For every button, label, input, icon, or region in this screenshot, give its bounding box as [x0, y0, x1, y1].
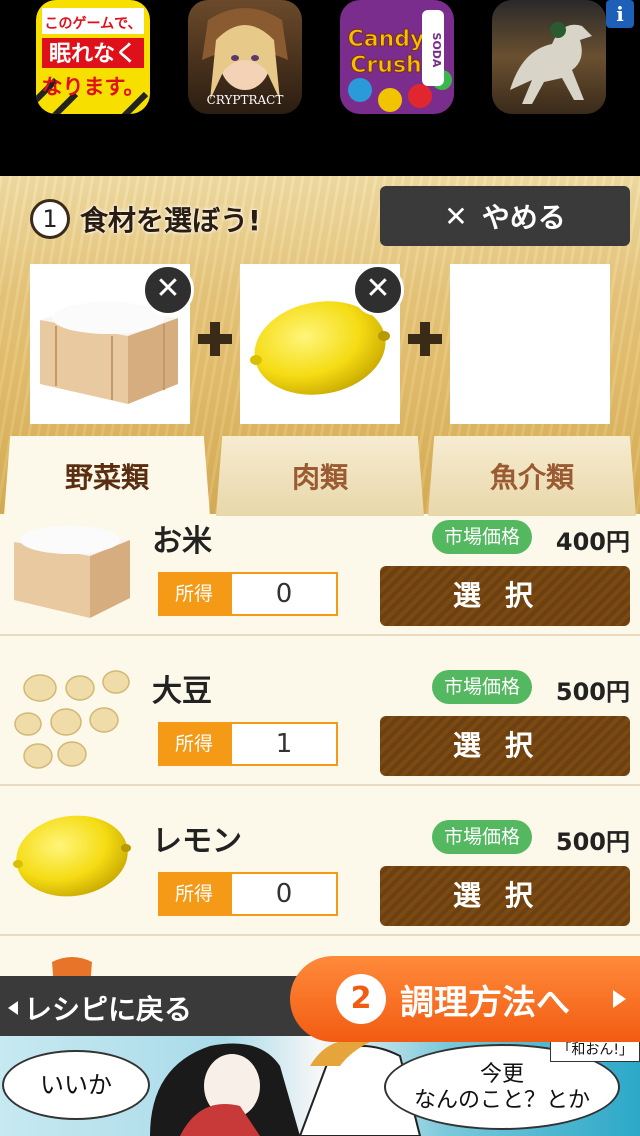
item-name: 大豆: [152, 674, 212, 709]
ad-app-icon-4[interactable]: [492, 0, 606, 114]
ad-app-1-line-1: このゲームで、: [44, 15, 141, 32]
quit-button[interactable]: ✕ やめる: [380, 186, 630, 246]
quit-button-label: やめる: [481, 201, 566, 234]
speech-bubble-right-line-2: なんのこと？とか: [413, 1088, 590, 1113]
ad-app-3-label-top: Candy: [348, 27, 425, 52]
ad-app-2-label: CRYPTRACT: [207, 93, 284, 107]
lemon-icon: [13, 815, 131, 897]
select-button[interactable]: 選択: [380, 566, 630, 626]
slot-1-remove-button[interactable]: ✕: [142, 264, 194, 316]
ad-app-3-label-side: SODA: [430, 33, 443, 68]
item-price: 500円: [555, 828, 630, 856]
plus-icon: [198, 322, 232, 356]
step-number-badge: 1: [30, 199, 70, 239]
owned-label: 所得: [158, 572, 230, 616]
ingredient-slot-3[interactable]: [450, 264, 610, 424]
next-step-number: 2: [336, 974, 386, 1024]
owned-label: 所得: [158, 722, 230, 766]
market-price-badge: 市場価格: [432, 820, 532, 854]
speech-bubble-left: いいか: [2, 1050, 150, 1120]
owned-count: 0: [230, 872, 338, 916]
owned-label: 所得: [158, 872, 230, 916]
item-name: お米: [152, 524, 212, 559]
list-item: レモン 市場価格 500円 所得 0 選択: [0, 786, 640, 936]
close-icon: ✕: [444, 199, 468, 233]
ad-app-1-line-2: 眠れなく: [49, 42, 137, 67]
market-price-badge: 市場価格: [432, 670, 532, 704]
plus-icon: [408, 322, 442, 356]
step-title-text: 食材を選ぼう!: [80, 204, 261, 237]
item-name: レモン: [152, 824, 242, 859]
ad-info-icon[interactable]: i: [606, 0, 634, 28]
market-price-badge: 市場価格: [432, 520, 532, 554]
back-arrow-icon: [8, 1001, 18, 1015]
top-ad-banner: このゲームで、 眠れなく なります。 CRYPTRACT Candy Crush…: [0, 0, 640, 176]
speech-bubble-right-line-1: 今更: [479, 1062, 524, 1087]
step-title: 1 食材を選ぼう!: [30, 198, 261, 240]
item-price: 500円: [555, 678, 630, 706]
slot-2-remove-button[interactable]: ✕: [352, 264, 404, 316]
back-to-recipe-button[interactable]: レシピに戻る: [8, 988, 192, 1028]
ad-app-icon-2[interactable]: CRYPTRACT: [188, 0, 302, 114]
carrot-icon: [52, 957, 92, 976]
tab-seafood[interactable]: 魚介類: [428, 436, 636, 516]
forward-arrow-icon: [613, 990, 626, 1008]
list-item: 大豆 市場価格 500円 所得 1 選択: [0, 636, 640, 786]
select-button[interactable]: 選択: [380, 866, 630, 926]
list-item: お米 市場価格 400円 所得 0 選択: [0, 514, 640, 636]
item-price: 400円: [555, 528, 630, 556]
ad-app-3-label-bottom: Crush: [350, 53, 421, 78]
tab-meat[interactable]: 肉類: [216, 436, 424, 516]
soybeans-icon: [14, 670, 130, 769]
next-cooking-method-button[interactable]: 2 調理方法へ: [290, 956, 640, 1042]
next-step-label: 調理方法へ: [400, 982, 570, 1023]
rice-box-icon: [14, 526, 130, 618]
back-label: レシピに戻る: [24, 993, 193, 1026]
ad-app-1-line-3: なります。: [42, 75, 145, 99]
tab-vegetables[interactable]: 野菜類: [4, 436, 210, 516]
select-button[interactable]: 選択: [380, 716, 630, 776]
bottom-ad-banner[interactable]: いいか 今更 なんのこと？とか 「和おん!」: [0, 1036, 640, 1136]
owned-count: 1: [230, 722, 338, 766]
owned-count: 0: [230, 572, 338, 616]
ingredient-list[interactable]: お米 市場価格 400円 所得 0 選択 大豆 市場価格 500円 所得 1 選…: [0, 514, 640, 976]
ad-app-icon-3[interactable]: Candy Crush SODA: [340, 0, 454, 114]
ad-app-icon-1[interactable]: このゲームで、 眠れなく なります。: [36, 0, 150, 114]
